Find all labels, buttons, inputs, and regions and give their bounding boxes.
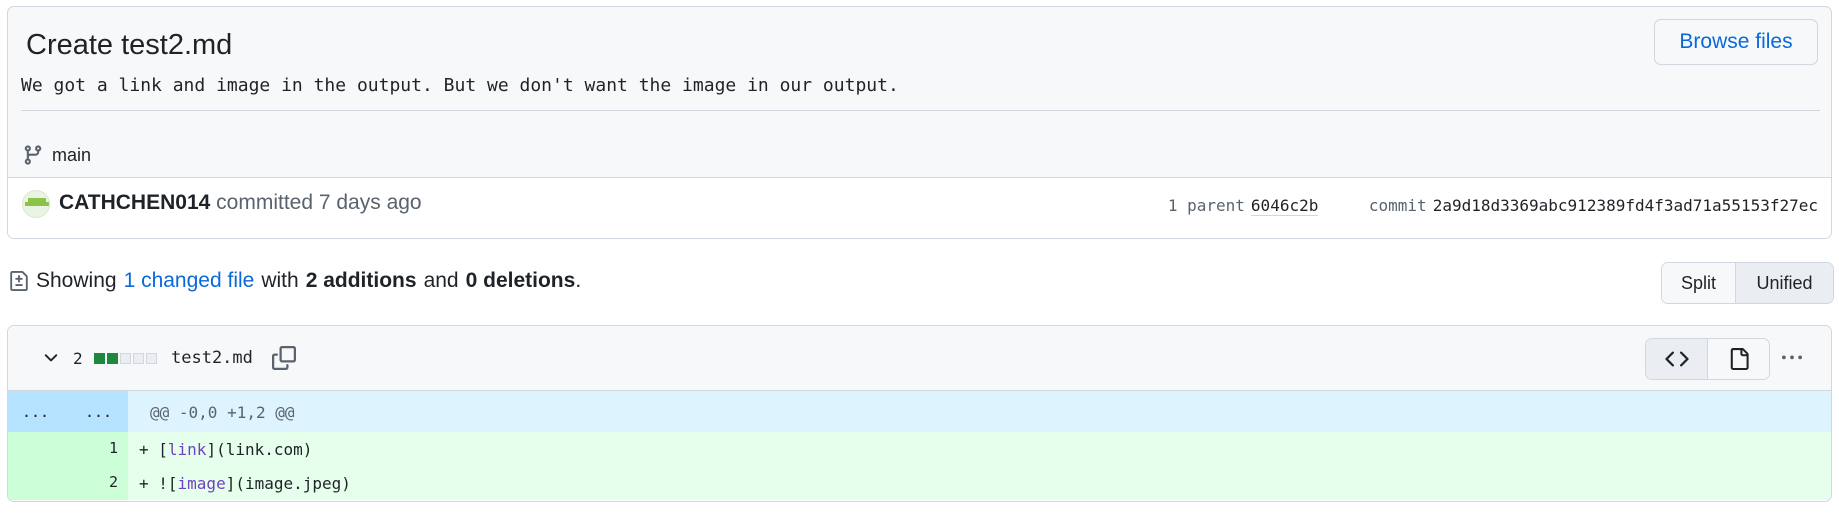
code-punct: [	[158, 440, 168, 459]
file-header: 2 test2.md	[8, 326, 1831, 391]
file-diff-icon	[10, 271, 28, 291]
diff-line: 2 + ![image](image.jpeg)	[8, 466, 1831, 500]
kebab-horizontal-icon[interactable]	[1779, 348, 1805, 368]
file-icon	[1730, 348, 1749, 370]
copy-icon[interactable]	[272, 346, 296, 370]
divider	[21, 110, 1820, 111]
commit-label: commit	[1368, 196, 1427, 215]
showing-text: Showing	[36, 269, 117, 292]
avatar[interactable]	[22, 190, 50, 218]
line-number[interactable]: 2	[78, 473, 118, 491]
line-prefix: +	[139, 440, 159, 459]
code-view-button[interactable]	[1646, 339, 1708, 379]
hunk-right-dots: ...	[85, 403, 113, 421]
line-number[interactable]: 1	[78, 439, 118, 457]
commit-title: Create test2.md	[26, 29, 233, 61]
commit-time: 7 days ago	[318, 191, 422, 214]
diff-view-toggle: Split Unified	[1661, 262, 1834, 304]
diffstat-block	[107, 353, 118, 364]
change-count: 2	[73, 349, 83, 368]
code-punct: ![	[158, 474, 178, 493]
commit-author-row: CATHCHEN014 committed 7 days ago 1 paren…	[8, 177, 1831, 238]
hunk-left-dots: ...	[22, 403, 50, 421]
diffstat-block	[94, 353, 105, 364]
code-icon	[1664, 351, 1689, 367]
commit-author-line: CATHCHEN014 committed 7 days ago	[59, 191, 422, 215]
diff-summary: Showing 1 changed file with 2 additions …	[9, 269, 581, 293]
hunk-header-row: ... ... @@ -0,0 +1,2 @@	[8, 391, 1831, 432]
diffstat-block	[133, 353, 144, 364]
code-link-text: link	[167, 440, 207, 459]
split-view-button[interactable]: Split	[1662, 263, 1736, 303]
line-code: + ![image](image.jpeg)	[139, 474, 351, 493]
author-link[interactable]: CATHCHEN014	[59, 191, 210, 214]
branch-ref[interactable]: main	[22, 143, 91, 167]
file-diff: 2 test2.md ... ... @@ -0,0 +1,2 @@ 1 + […	[7, 325, 1832, 502]
additions-count: 2 additions	[305, 269, 417, 292]
and-text: and	[423, 269, 459, 292]
commit-meta: 1 parent 6046c2b commit 2a9d18d3369abc91…	[1168, 196, 1818, 216]
diff-line: 1 + [link](link.com)	[8, 432, 1831, 466]
hunk-header: @@ -0,0 +1,2 @@	[150, 403, 295, 422]
browse-files-button[interactable]: Browse files	[1654, 19, 1818, 65]
changed-files-link[interactable]: 1 changed file	[124, 269, 255, 293]
code-punct: ](image.jpeg)	[225, 474, 351, 493]
deletions-count: 0 deletions	[465, 269, 576, 292]
line-prefix: +	[139, 474, 159, 493]
parent-label: 1 parent	[1167, 196, 1245, 215]
diffstat-blocks	[94, 353, 157, 364]
code-link-text: image	[177, 474, 226, 493]
unified-view-button[interactable]: Unified	[1736, 263, 1833, 303]
chevron-down-icon[interactable]	[41, 348, 61, 368]
committed-text: committed	[216, 191, 314, 214]
git-branch-icon	[24, 145, 42, 165]
file-view-toggle	[1645, 338, 1770, 380]
period-text: .	[575, 269, 582, 292]
commit-description: We got a link and image in the output. B…	[21, 75, 899, 96]
line-code: + [link](link.com)	[139, 440, 312, 459]
parent-sha-link[interactable]: 6046c2b	[1250, 196, 1319, 216]
code-punct: ](link.com)	[206, 440, 313, 459]
diffstat-block	[120, 353, 131, 364]
diffstat-block	[146, 353, 157, 364]
commit-header: Create test2.md We got a link and image …	[7, 6, 1832, 239]
with-text: with	[261, 269, 299, 292]
commit-sha: 2a9d18d3369abc912389fd4f3ad71a55153f27ec	[1432, 196, 1818, 215]
branch-name: main	[52, 144, 92, 165]
rich-view-button[interactable]	[1708, 339, 1769, 379]
file-name-link[interactable]: test2.md	[171, 348, 253, 368]
